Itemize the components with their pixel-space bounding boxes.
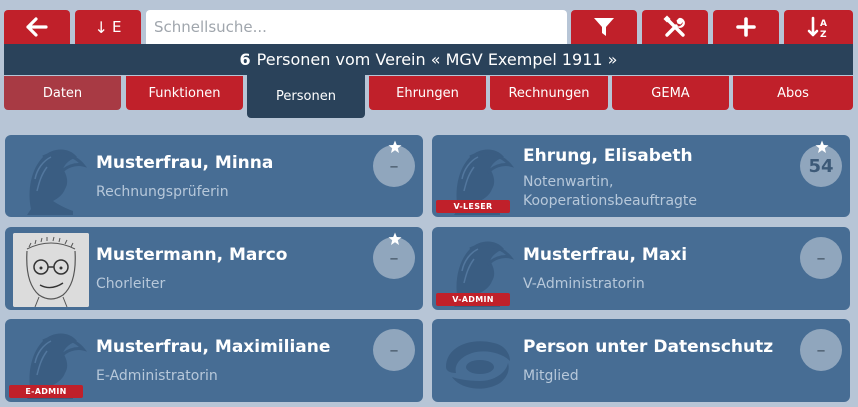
person-name: Musterfrau, Maxi	[523, 245, 688, 265]
star-icon[interactable]	[388, 140, 402, 154]
tab-label: Abos	[777, 85, 809, 101]
tab-label: Personen	[276, 89, 336, 104]
action-button[interactable]: –	[800, 237, 842, 279]
action-label: –	[816, 339, 826, 361]
tab-label: Rechnungen	[508, 85, 590, 101]
action-label: –	[816, 247, 826, 269]
search-placeholder: Schnellsuche...	[154, 18, 267, 36]
person-name: Musterfrau, Minna	[96, 153, 274, 173]
tools-icon	[663, 15, 685, 37]
person-name: Ehrung, Elisabeth	[523, 146, 693, 166]
svg-text:A: A	[820, 19, 827, 29]
tab-label: Daten	[42, 85, 83, 101]
page-title: 6 Personen vom Verein « MGV Exempel 1911…	[4, 44, 853, 75]
tab-personen[interactable]: Personen	[247, 75, 365, 118]
tools-button[interactable]	[642, 10, 708, 44]
person-card[interactable]: V-LESER Ehrung, Elisabeth Notenwartin, K…	[432, 135, 850, 217]
person-role: Chorleiter	[96, 276, 166, 292]
drawn-face-icon	[13, 233, 89, 307]
role-badge: E-ADMIN	[9, 385, 83, 398]
filter-icon	[594, 18, 614, 36]
person-name: Person unter Datenschutz	[523, 337, 774, 357]
person-role: Mitglied	[523, 368, 579, 384]
action-label: –	[389, 155, 399, 177]
back-button[interactable]	[4, 10, 70, 44]
sort-alphabetical-button[interactable]: A Z	[784, 10, 853, 44]
sort-az-icon: A Z	[807, 16, 827, 39]
page-title-text: Personen vom Verein « MGV Exempel 1911 »	[256, 50, 618, 69]
tab-abos[interactable]: Abos	[733, 76, 853, 110]
action-label: –	[389, 339, 399, 361]
person-card[interactable]: Mustermann, Marco Chorleiter –	[5, 227, 423, 310]
tab-funktionen[interactable]: Funktionen	[126, 76, 243, 110]
arrow-left-icon	[26, 17, 48, 37]
person-card[interactable]: V-ADMIN Musterfrau, Maxi V-Administrator…	[432, 227, 850, 310]
person-name: Mustermann, Marco	[96, 245, 288, 265]
sort-arrow-icon: ↓	[94, 17, 108, 37]
tab-label: Funktionen	[148, 85, 221, 101]
sort-letter: E	[111, 18, 122, 36]
role-badge: V-LESER	[436, 200, 510, 213]
tab-label: GEMA	[651, 85, 690, 101]
avatar-photo	[13, 233, 89, 307]
avatar-silhouette-icon	[25, 148, 85, 215]
add-button[interactable]	[713, 10, 779, 44]
person-card[interactable]: E-ADMIN Musterfrau, Maximiliane E-Admini…	[5, 319, 423, 402]
filter-button[interactable]	[571, 10, 637, 44]
role-badge: V-ADMIN	[436, 293, 510, 306]
sort-by-letter-button[interactable]: ↓ E	[75, 10, 141, 44]
person-name: Musterfrau, Maximiliane	[96, 337, 331, 357]
action-label: –	[389, 247, 399, 269]
action-button[interactable]: –	[373, 329, 415, 371]
person-role: E-Administratorin	[96, 368, 218, 384]
tab-label: Ehrungen	[396, 85, 459, 101]
privacy-swirl-icon	[446, 341, 510, 389]
plus-icon	[736, 17, 756, 37]
search-input[interactable]: Schnellsuche...	[146, 10, 567, 44]
star-icon[interactable]	[388, 232, 402, 246]
person-count: 6	[239, 50, 251, 69]
svg-text:Z: Z	[820, 30, 827, 39]
person-card[interactable]: Person unter Datenschutz Mitglied –	[432, 319, 850, 402]
person-role: Notenwartin, Kooperationsbeauftragte	[523, 174, 698, 209]
person-role: Rechnungsprüferin	[96, 184, 229, 200]
tab-gema[interactable]: GEMA	[612, 76, 729, 110]
person-role: V-Administratorin	[523, 276, 645, 292]
person-card[interactable]: Musterfrau, Minna Rechnungsprüferin –	[5, 135, 423, 217]
action-button[interactable]: –	[800, 329, 842, 371]
tab-rechnungen[interactable]: Rechnungen	[490, 76, 608, 110]
tab-daten[interactable]: Daten	[4, 76, 121, 110]
honor-count: 54	[808, 155, 834, 177]
tab-ehrungen[interactable]: Ehrungen	[369, 76, 486, 110]
star-icon[interactable]	[815, 140, 829, 154]
